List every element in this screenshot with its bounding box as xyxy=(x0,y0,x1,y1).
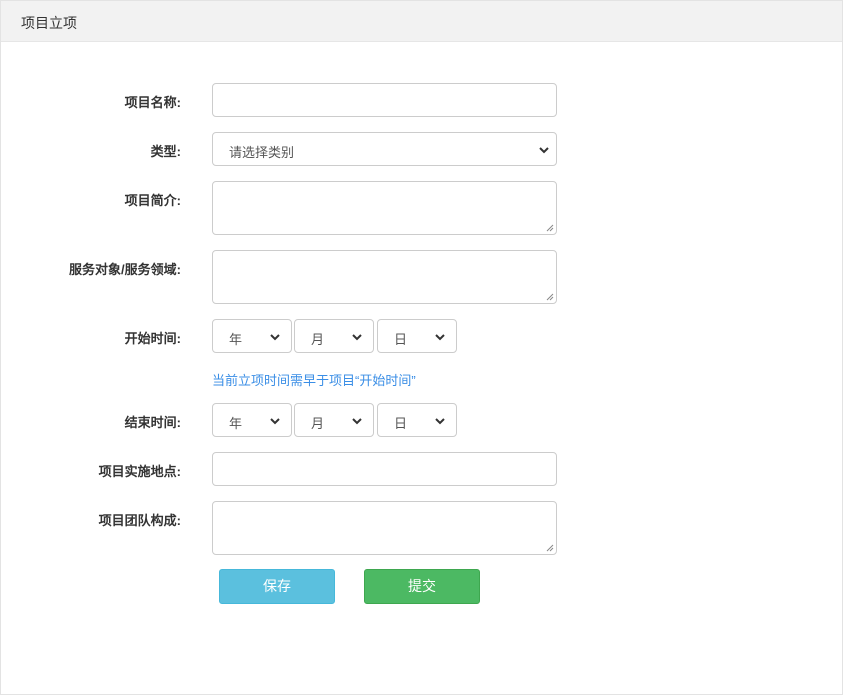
resize-grip-icon[interactable] xyxy=(546,293,554,301)
panel-header: 项目立项 xyxy=(1,1,842,42)
project-setup-panel: 项目立项 项目名称: 类型: 请选择类别 项目简介: 服务对象/服务领域: 开始… xyxy=(0,0,843,695)
location-label: 项目实施地点: xyxy=(98,464,181,479)
start-month-select[interactable]: 月 xyxy=(294,319,374,353)
end-year-select[interactable]: 年 xyxy=(212,403,292,437)
end-day-value: 日 xyxy=(394,416,408,431)
submit-button[interactable]: 提交 xyxy=(364,569,480,604)
end-month-value: 月 xyxy=(311,416,325,431)
chevron-down-icon xyxy=(352,334,362,341)
service-label: 服务对象/服务领域: xyxy=(69,262,181,277)
end-day-select[interactable]: 日 xyxy=(377,403,457,437)
start-day-select[interactable]: 日 xyxy=(377,319,457,353)
start-day-value: 日 xyxy=(394,332,408,347)
team-textarea[interactable] xyxy=(212,501,557,555)
end-year-value: 年 xyxy=(229,416,243,431)
resize-grip-icon[interactable] xyxy=(546,224,554,232)
start-year-value: 年 xyxy=(229,332,243,347)
start-month-value: 月 xyxy=(311,332,325,347)
location-input[interactable] xyxy=(212,452,557,486)
category-select-value: 请选择类别 xyxy=(229,145,295,160)
resize-grip-icon[interactable] xyxy=(546,544,554,552)
start-time-hint: 当前立项时间需早于项目“开始时间” xyxy=(212,373,416,388)
category-select[interactable]: 请选择类别 xyxy=(212,132,557,166)
start-year-select[interactable]: 年 xyxy=(212,319,292,353)
intro-label: 项目简介: xyxy=(124,193,181,208)
end-time-label: 结束时间: xyxy=(124,415,181,430)
service-textarea[interactable] xyxy=(212,250,557,304)
start-time-label: 开始时间: xyxy=(124,331,181,346)
chevron-down-icon xyxy=(270,334,280,341)
save-button[interactable]: 保存 xyxy=(219,569,335,604)
team-label: 项目团队构成: xyxy=(98,513,181,528)
project-name-input[interactable] xyxy=(212,83,557,117)
chevron-down-icon xyxy=(435,334,445,341)
page-title: 项目立项 xyxy=(21,15,77,31)
end-month-select[interactable]: 月 xyxy=(294,403,374,437)
chevron-down-icon xyxy=(539,147,549,154)
category-label: 类型: xyxy=(150,144,181,159)
project-name-label: 项目名称: xyxy=(124,95,181,110)
intro-textarea[interactable] xyxy=(212,181,557,235)
chevron-down-icon xyxy=(435,418,445,425)
chevron-down-icon xyxy=(352,418,362,425)
chevron-down-icon xyxy=(270,418,280,425)
